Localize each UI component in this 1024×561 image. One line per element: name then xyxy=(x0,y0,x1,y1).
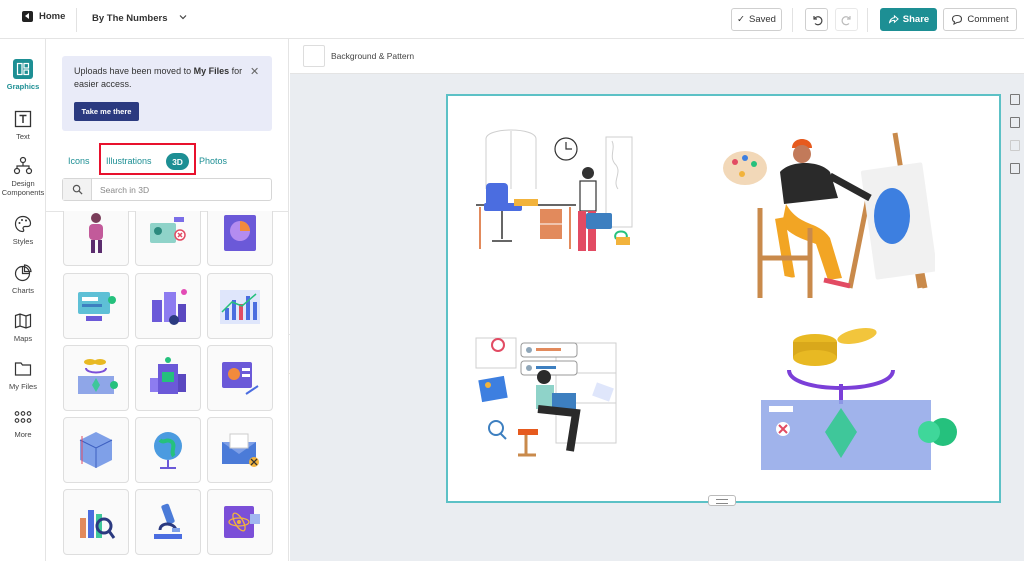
home-link[interactable]: Home xyxy=(22,11,65,22)
tab-icons[interactable]: Icons xyxy=(68,156,90,166)
painter-illustration[interactable] xyxy=(720,128,935,313)
thumbnail-3d-envelope[interactable] xyxy=(207,417,273,483)
close-icon[interactable]: ✕ xyxy=(250,65,259,78)
rail-item-maps[interactable]: Maps xyxy=(0,311,46,343)
thumbnail-3d-atom-card[interactable] xyxy=(207,489,273,555)
office-desk-illustration[interactable] xyxy=(466,129,636,274)
rail-item-my-files[interactable]: My Files xyxy=(0,359,46,391)
thumbnail-3d-coin-flow[interactable] xyxy=(63,345,129,411)
project-title[interactable]: By The Numbers xyxy=(92,13,168,24)
check-icon: ✓ xyxy=(737,14,746,25)
search-placeholder: Search in 3D xyxy=(100,185,150,195)
notice-text: Uploads have been moved to My Files for … xyxy=(74,66,243,89)
woman-laptop-illustration[interactable] xyxy=(466,333,636,468)
graphics-panel: Uploads have been moved to My Files for … xyxy=(46,39,289,561)
comment-button[interactable]: Comment xyxy=(943,8,1017,31)
design-components-icon xyxy=(13,156,33,175)
divider xyxy=(867,8,868,32)
text-icon xyxy=(14,110,32,128)
left-rail: Graphics Text Design Components Styles C… xyxy=(0,39,46,561)
thumbnail-3d-cube-grid[interactable] xyxy=(63,417,129,483)
coin-flow-illustration[interactable] xyxy=(753,324,963,474)
rail-item-design-components[interactable]: Design Components xyxy=(0,156,46,197)
rail-item-graphics[interactable]: Graphics xyxy=(0,59,46,91)
top-bar: Home By The Numbers ✓ Saved Share Commen… xyxy=(0,0,1024,39)
redo-icon xyxy=(841,15,851,25)
highlight-box xyxy=(99,143,196,175)
saved-button[interactable]: ✓ Saved xyxy=(731,8,782,31)
rail-label: Charts xyxy=(11,286,35,295)
share-label: Share xyxy=(902,14,930,25)
rail-item-more[interactable]: More xyxy=(0,407,46,439)
palette-icon xyxy=(14,215,32,233)
take-me-there-button[interactable]: Take me there xyxy=(74,102,139,121)
rail-item-charts[interactable]: Charts xyxy=(0,263,46,295)
rail-item-styles[interactable]: Styles xyxy=(0,214,46,246)
thumbnail-3d-city-buildings[interactable] xyxy=(135,273,201,339)
share-button[interactable]: Share xyxy=(880,8,937,31)
copy-page-icon[interactable] xyxy=(1010,163,1020,174)
thumbnail-3d-bar-chart[interactable] xyxy=(207,273,273,339)
map-icon xyxy=(14,313,32,329)
background-pattern-label[interactable]: Background & Pattern xyxy=(331,51,414,61)
rail-label: Styles xyxy=(12,237,34,246)
thumbnail-grid xyxy=(62,211,274,561)
divider xyxy=(76,8,77,32)
redo-button[interactable] xyxy=(835,8,858,31)
rail-label: Design Components xyxy=(1,179,45,197)
thumbnail-3d-dashboard-card[interactable] xyxy=(207,345,273,411)
rail-label: My Files xyxy=(9,382,37,391)
thumbnail-3d-person-figure[interactable] xyxy=(63,211,129,266)
canvas-area: Background & Pattern xyxy=(290,39,1024,561)
saved-label: Saved xyxy=(749,14,776,25)
thumbnail-3d-microscope[interactable] xyxy=(135,489,201,555)
thumbnail-3d-server-tower[interactable] xyxy=(135,345,201,411)
rail-label: Maps xyxy=(13,334,33,343)
folder-icon xyxy=(14,362,32,376)
add-page-icon[interactable] xyxy=(1010,94,1020,105)
background-swatch[interactable] xyxy=(303,45,325,67)
share-icon xyxy=(888,14,899,24)
comment-label: Comment xyxy=(967,14,1009,25)
search-icon xyxy=(63,179,92,200)
undo-icon xyxy=(812,15,822,25)
tab-photos[interactable]: Photos xyxy=(199,156,227,166)
duplicate-page-icon[interactable] xyxy=(1010,117,1020,128)
graphics-icon xyxy=(13,59,33,79)
rail-label: Text xyxy=(16,132,30,141)
pie-chart-icon xyxy=(14,264,32,282)
resize-handle[interactable] xyxy=(708,495,736,506)
home-label: Home xyxy=(39,11,66,22)
background-toolbar: Background & Pattern xyxy=(290,39,1024,74)
delete-page-icon[interactable] xyxy=(1010,140,1020,151)
back-arrow-icon xyxy=(22,11,33,22)
chevron-down-icon[interactable] xyxy=(178,12,188,22)
thumbnail-3d-chat-screen[interactable] xyxy=(63,273,129,339)
thumbnail-3d-globe[interactable] xyxy=(135,417,201,483)
search-field[interactable]: Search in 3D xyxy=(62,178,272,201)
grid-icon xyxy=(14,411,32,423)
rail-item-text[interactable]: Text xyxy=(0,109,46,141)
undo-button[interactable] xyxy=(805,8,828,31)
thumbnail-3d-profile-card[interactable] xyxy=(135,211,201,266)
rail-label: Graphics xyxy=(6,82,40,91)
divider xyxy=(792,8,793,32)
thumbnail-3d-pie-chart[interactable] xyxy=(207,211,273,266)
rail-label: More xyxy=(14,430,32,439)
design-canvas[interactable] xyxy=(446,94,1001,503)
thumbnail-3d-magnifier-bars[interactable] xyxy=(63,489,129,555)
uploads-notice: Uploads have been moved to My Files for … xyxy=(62,56,272,131)
comment-icon xyxy=(952,14,963,25)
canvas-side-tools xyxy=(1010,94,1022,186)
